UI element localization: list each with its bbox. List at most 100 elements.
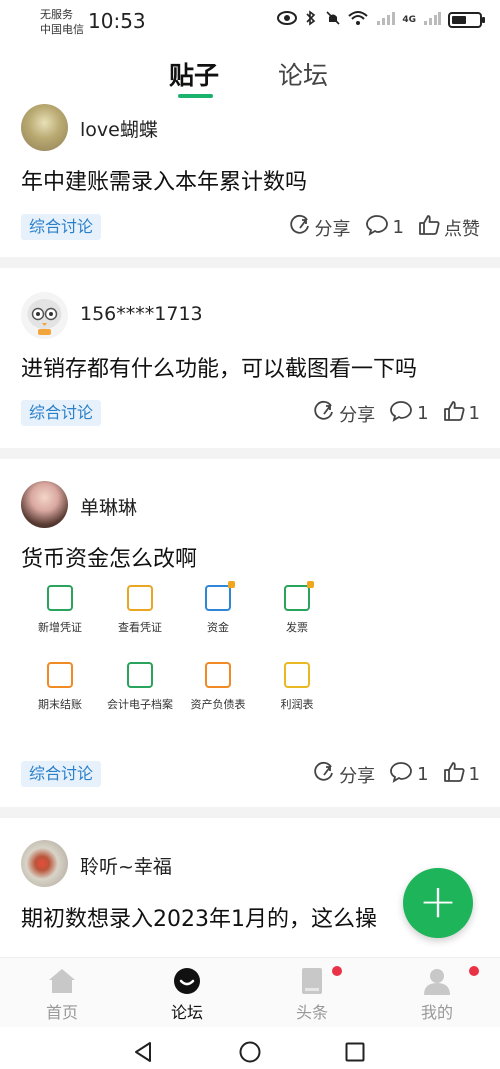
- wifi-icon: [348, 10, 369, 30]
- period-close-icon: [47, 662, 73, 688]
- back-icon[interactable]: [132, 1041, 154, 1067]
- clock: 10:53: [88, 9, 146, 33]
- post-card[interactable]: 156****1713 进销存都有什么功能，可以截图看一下吗 综合讨论 分享 1…: [0, 268, 500, 448]
- share-label: 分享: [339, 404, 376, 426]
- new-post-button[interactable]: +: [403, 868, 473, 938]
- nav-label: 我的: [420, 1003, 453, 1022]
- category-tag[interactable]: 综合讨论: [21, 761, 102, 787]
- share-label: 分享: [339, 765, 376, 787]
- bottom-nav: 首页 论坛 头条 我的: [0, 957, 500, 1027]
- post-card[interactable]: 单琳琳 货币资金怎么改啊 新增凭证 查看凭证 资金 发票 期末结账 会计电子档案…: [0, 459, 500, 807]
- share-icon: [313, 761, 339, 788]
- tab-posts[interactable]: 贴子: [169, 56, 219, 92]
- divider: [0, 257, 500, 268]
- bluetooth-icon: [304, 10, 318, 30]
- like-count: 1: [468, 403, 480, 424]
- grid-item-balance-sheet: 资产负债表: [178, 662, 258, 712]
- like-label: 点赞: [444, 218, 480, 240]
- share-button[interactable]: 分享: [313, 761, 375, 788]
- grid-item-view-voucher: 查看凭证: [100, 585, 180, 635]
- home-icon: [47, 966, 77, 996]
- network-type: 4G: [402, 15, 416, 25]
- carrier-line2: 中国电信: [40, 23, 84, 36]
- post-title[interactable]: 货币资金怎么改啊: [21, 541, 197, 573]
- comment-icon: [389, 761, 417, 788]
- thumbs-up-icon: [443, 400, 469, 427]
- post-feed[interactable]: love蝴蝶 年中建账需录入本年累计数吗 综合讨论 分享 1 点赞 156***…: [0, 100, 500, 957]
- nav-headlines[interactable]: 头条: [272, 966, 352, 1023]
- username[interactable]: 聆听~幸福: [80, 852, 172, 879]
- home-circle-icon[interactable]: [239, 1041, 261, 1067]
- comment-icon: [365, 214, 393, 241]
- like-button[interactable]: 1: [443, 761, 480, 788]
- like-button[interactable]: 点赞: [418, 214, 480, 241]
- category-tag[interactable]: 综合讨论: [21, 400, 102, 426]
- system-navigation-bar: [0, 1027, 500, 1069]
- comment-count: 1: [392, 217, 404, 238]
- active-tab-indicator: [178, 94, 213, 98]
- status-bar: 无服务 中国电信 10:53 4G: [0, 0, 500, 44]
- avatar[interactable]: [21, 481, 68, 528]
- share-icon: [289, 214, 315, 241]
- comment-button[interactable]: 1: [389, 400, 429, 427]
- top-tabs: 贴子 论坛: [0, 52, 500, 102]
- nav-label: 头条: [295, 1003, 328, 1022]
- share-button[interactable]: 分享: [289, 214, 351, 241]
- like-count: 1: [468, 764, 480, 785]
- post-actions: 分享 1 1: [299, 400, 480, 427]
- post-title[interactable]: 进销存都有什么功能，可以截图看一下吗: [21, 351, 417, 383]
- comment-count: 1: [417, 403, 429, 424]
- nav-forum[interactable]: 论坛: [147, 966, 227, 1023]
- comment-button[interactable]: 1: [365, 214, 404, 241]
- post-actions: 分享 1 点赞: [275, 214, 480, 241]
- eye-icon: [277, 11, 298, 29]
- grid-item-funds: 资金: [178, 581, 258, 635]
- category-tag[interactable]: 综合讨论: [21, 214, 102, 240]
- nav-label: 论坛: [170, 1003, 203, 1022]
- post-title[interactable]: 期初数想录入2023年1月的，这么操: [21, 901, 377, 933]
- grid-item-invoice: 发票: [257, 581, 337, 635]
- signal-icon-2: [423, 10, 441, 30]
- avatar[interactable]: [21, 104, 68, 151]
- grid-item-period-close: 期末结账: [20, 662, 100, 712]
- comment-icon: [389, 400, 417, 427]
- username[interactable]: 156****1713: [80, 303, 203, 325]
- carrier-info: 无服务 中国电信: [40, 7, 84, 37]
- mute-icon: [325, 10, 341, 30]
- avatar[interactable]: [21, 292, 68, 339]
- view-voucher-icon: [127, 585, 153, 611]
- grid-item-profit: 利润表: [257, 662, 337, 712]
- tab-forum[interactable]: 论坛: [278, 56, 328, 92]
- divider: [0, 807, 500, 818]
- profile-icon: [422, 966, 452, 996]
- avatar[interactable]: [21, 840, 68, 887]
- e-archive-icon: [127, 662, 153, 688]
- nav-me[interactable]: 我的: [397, 966, 479, 1023]
- post-card[interactable]: love蝴蝶 年中建账需录入本年累计数吗 综合讨论 分享 1 点赞: [0, 100, 500, 257]
- share-button[interactable]: 分享: [313, 400, 375, 427]
- profit-chart-icon: [284, 662, 310, 688]
- share-label: 分享: [314, 218, 351, 240]
- thumbs-up-icon: [418, 214, 444, 241]
- forum-icon: [172, 966, 202, 996]
- grid-item-add-voucher: 新增凭证: [20, 585, 100, 635]
- nav-label: 首页: [45, 1003, 78, 1022]
- like-button[interactable]: 1: [443, 400, 480, 427]
- signal-icon-1: [375, 10, 396, 30]
- status-icons: 4G: [277, 10, 485, 30]
- comment-button[interactable]: 1: [389, 761, 429, 788]
- headlines-icon: [297, 966, 327, 996]
- username[interactable]: 单琳琳: [80, 493, 137, 520]
- recents-icon[interactable]: [345, 1042, 365, 1066]
- thumbs-up-icon: [443, 761, 469, 788]
- funds-icon: [205, 581, 235, 611]
- invoice-icon: [284, 581, 314, 611]
- share-icon: [313, 400, 339, 427]
- battery-icon: [448, 12, 485, 28]
- divider: [0, 448, 500, 459]
- nav-home[interactable]: 首页: [22, 966, 102, 1023]
- post-title[interactable]: 年中建账需录入本年累计数吗: [21, 164, 307, 196]
- add-voucher-icon: [47, 585, 73, 611]
- grid-item-e-archive: 会计电子档案: [100, 662, 180, 712]
- username[interactable]: love蝴蝶: [80, 115, 158, 142]
